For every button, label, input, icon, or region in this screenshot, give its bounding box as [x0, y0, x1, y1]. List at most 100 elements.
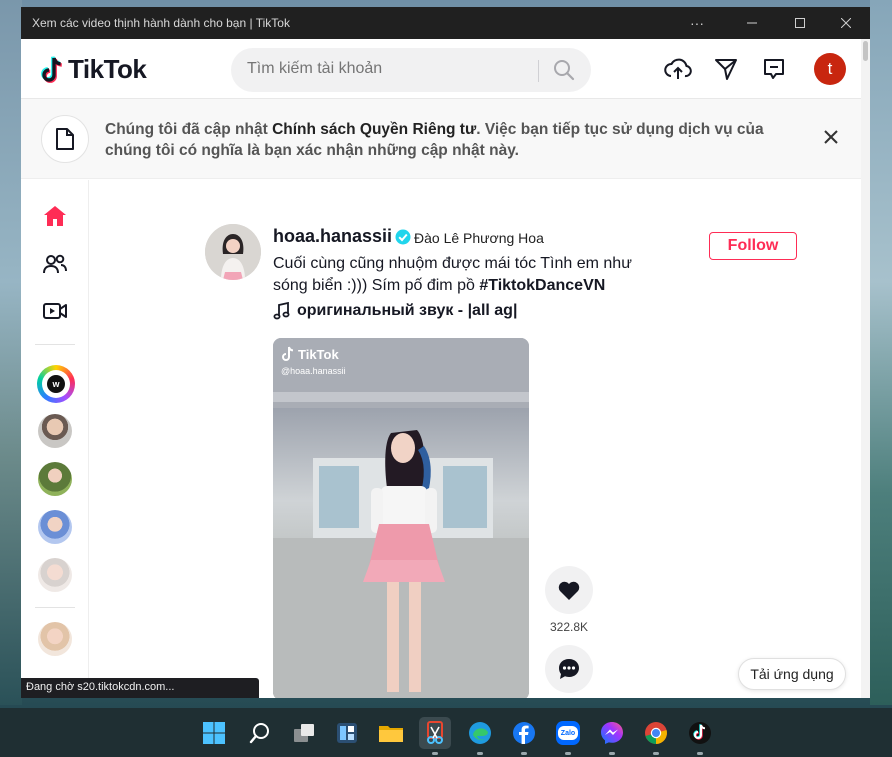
running-indicator — [653, 752, 659, 755]
like-button[interactable] — [545, 566, 593, 614]
chrome-icon — [645, 722, 667, 744]
send-icon[interactable] — [714, 57, 738, 81]
close-icon[interactable] — [823, 129, 839, 145]
tiktok-logo[interactable]: TikTok — [40, 54, 147, 85]
taskbar-tiktok[interactable] — [684, 717, 716, 749]
running-indicator — [477, 752, 483, 755]
account-logo-icon: w — [47, 375, 65, 393]
title-bar: Xem các video thịnh hành dành cho bạn | … — [21, 7, 870, 39]
post-username[interactable]: hoaa.hanassii — [273, 226, 392, 247]
music-link[interactable]: оригинальный звук - |all ag| — [273, 302, 517, 320]
comment-icon — [559, 659, 579, 679]
privacy-notice-banner: Chúng tôi đã cập nhật Chính sách Quyền R… — [21, 99, 861, 179]
taskbar-chrome[interactable] — [640, 717, 672, 749]
file-explorer-icon — [379, 726, 403, 742]
task-view-icon — [294, 724, 314, 742]
get-app-button[interactable]: Tải ứng dụng — [738, 658, 846, 690]
tiktok-header: TikTok t — [21, 39, 861, 99]
taskbar-facebook[interactable] — [508, 717, 540, 749]
search-icon — [249, 723, 269, 744]
taskbar-zalo[interactable]: Zalo — [552, 717, 584, 749]
creator-avatar[interactable] — [205, 224, 261, 280]
desktop-wallpaper-left — [0, 0, 22, 705]
search-input[interactable] — [247, 60, 527, 78]
taskbar-file-explorer[interactable] — [375, 717, 407, 749]
running-indicator — [521, 752, 527, 755]
user-avatar[interactable]: t — [814, 53, 846, 85]
page-scrollbar[interactable] — [861, 39, 870, 698]
verified-badge-icon — [395, 229, 411, 245]
snipping-tool-icon — [427, 721, 443, 744]
post-caption: Cuối cùng cũng nhuộm được mái tóc Tình e… — [273, 253, 653, 297]
taskbar-snipping-tool[interactable] — [419, 717, 451, 749]
hashtag-link[interactable]: #TiktokDanceVN — [479, 277, 605, 294]
sidebar-item-following[interactable] — [37, 246, 73, 282]
video-watermark: TikTok — [281, 346, 339, 362]
status-bar-text: Đang chờ s20.tiktokcdn.com... — [21, 678, 259, 698]
like-count: 322.8K — [549, 620, 589, 634]
messenger-icon — [601, 722, 623, 744]
sidebar-account-avatar[interactable] — [38, 510, 72, 544]
edge-icon — [469, 722, 491, 744]
tiktok-watermark-icon — [282, 346, 294, 361]
sidebar-divider — [35, 344, 75, 345]
creator-avatar-image — [205, 224, 261, 280]
search-icon[interactable] — [553, 59, 575, 81]
following-icon — [43, 254, 67, 274]
upload-icon[interactable] — [664, 57, 692, 81]
close-window-button[interactable] — [822, 7, 870, 39]
maximize-button[interactable] — [776, 7, 824, 39]
watermark-username: @hoaa.hanassii — [281, 366, 346, 376]
minimize-button[interactable] — [728, 7, 776, 39]
minimize-icon — [747, 22, 757, 24]
video-player[interactable]: TikTok @hoaa.hanassii — [273, 338, 529, 698]
running-indicator — [565, 752, 571, 755]
more-options-button[interactable]: ··· — [673, 7, 721, 39]
live-icon — [43, 303, 67, 319]
music-note-icon — [273, 302, 290, 320]
sidebar-account-avatar[interactable] — [38, 558, 72, 592]
widgets-icon — [337, 723, 357, 743]
video-frame — [273, 338, 529, 698]
start-icon — [203, 722, 225, 744]
browser-window: Xem các video thịnh hành dành cho bạn | … — [21, 7, 870, 698]
account-logo: w — [42, 370, 70, 398]
sidebar-account-avatar[interactable]: w — [37, 365, 75, 403]
home-icon — [44, 206, 66, 226]
music-title: оригинальный звук - |all ag| — [297, 302, 518, 319]
sidebar-account-avatar[interactable] — [38, 414, 72, 448]
scrollbar-thumb[interactable] — [863, 41, 868, 61]
taskbar-widgets[interactable] — [331, 717, 363, 749]
left-sidebar: w — [21, 180, 89, 698]
notice-text-before: Chúng tôi đã cập nhật — [105, 121, 273, 138]
taskbar-edge[interactable] — [464, 717, 496, 749]
zalo-label: Zalo — [558, 726, 578, 740]
taskbar-messenger[interactable] — [596, 717, 628, 749]
logo-text: TikTok — [68, 54, 147, 84]
follow-button[interactable]: Follow — [709, 232, 797, 260]
comment-button[interactable] — [545, 645, 593, 693]
taskbar-start[interactable] — [198, 717, 230, 749]
taskbar-task-view[interactable] — [288, 717, 320, 749]
window-title: Xem các video thịnh hành dành cho bạn | … — [32, 16, 290, 30]
watermark-text: TikTok — [298, 346, 339, 362]
taskbar: Zalo — [0, 708, 892, 757]
tiktok-logo-icon — [41, 55, 63, 83]
notice-text: Chúng tôi đã cập nhật Chính sách Quyền R… — [105, 119, 805, 161]
running-indicator — [432, 752, 438, 755]
post-nickname: Đào Lê Phương Hoa — [414, 230, 544, 246]
facebook-icon — [513, 722, 535, 744]
search-divider — [538, 60, 539, 82]
tiktok-icon — [689, 722, 711, 744]
close-icon — [841, 18, 851, 28]
inbox-icon[interactable] — [762, 57, 786, 81]
sidebar-account-avatar[interactable] — [38, 462, 72, 496]
sidebar-item-live[interactable] — [37, 293, 73, 329]
taskbar-search[interactable] — [244, 717, 276, 749]
sidebar-divider — [35, 607, 75, 608]
sidebar-item-home[interactable] — [37, 198, 73, 234]
privacy-policy-link[interactable]: Chính sách Quyền Riêng tư — [272, 121, 476, 138]
running-indicator — [697, 752, 703, 755]
sidebar-account-avatar[interactable] — [38, 622, 72, 656]
maximize-icon — [795, 18, 805, 28]
